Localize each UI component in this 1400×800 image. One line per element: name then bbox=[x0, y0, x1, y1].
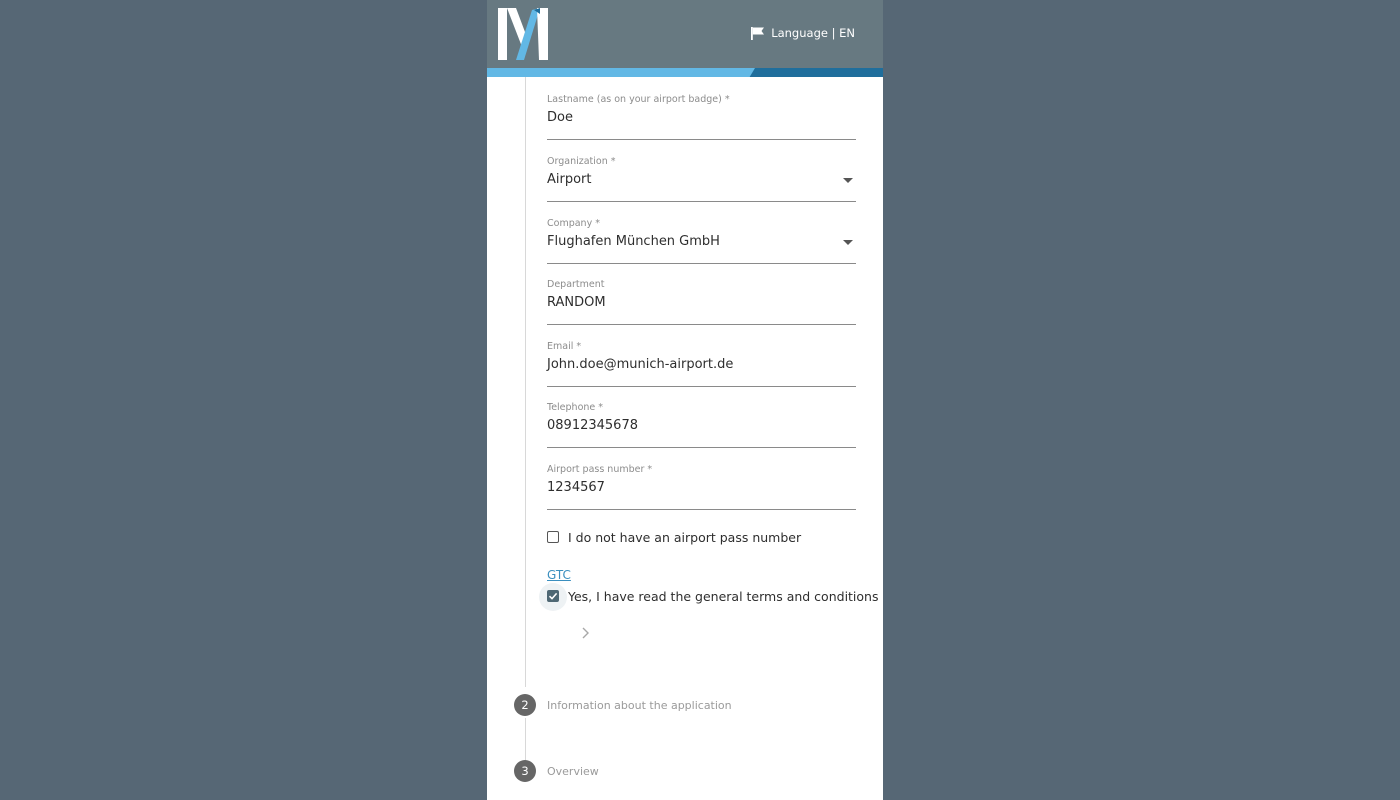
company-select[interactable]: Company * Flughafen München GmbH bbox=[547, 218, 856, 264]
step-3[interactable]: 3 Overview bbox=[514, 760, 599, 782]
organization-label: Organization * bbox=[547, 156, 616, 167]
brand-stripe bbox=[487, 68, 883, 77]
email-field[interactable]: Email * John.doe@munich-airport.de bbox=[547, 341, 856, 387]
gtc-checkbox[interactable] bbox=[547, 590, 559, 602]
step-title: Information about the application bbox=[547, 698, 732, 712]
airport-pass-field[interactable]: Airport pass number * 1234567 bbox=[547, 464, 856, 510]
telephone-input[interactable]: 08912345678 bbox=[547, 418, 638, 433]
no-pass-checkbox-label: I do not have an airport pass number bbox=[568, 529, 802, 545]
dropdown-arrow-icon[interactable] bbox=[843, 240, 853, 245]
airport-pass-label: Airport pass number * bbox=[547, 464, 653, 475]
department-input[interactable]: RANDOM bbox=[547, 295, 606, 310]
telephone-field[interactable]: Telephone * 08912345678 bbox=[547, 402, 856, 448]
brand-logo-icon bbox=[498, 8, 548, 60]
lastname-input[interactable]: Doe bbox=[547, 110, 573, 125]
no-pass-checkbox[interactable] bbox=[547, 531, 559, 543]
no-pass-checkbox-row[interactable]: I do not have an airport pass number bbox=[547, 527, 801, 547]
app-viewport: Language | EN Lastname (as on your airpo… bbox=[487, 0, 883, 800]
app-header: Language | EN bbox=[487, 0, 883, 68]
lastname-label: Lastname (as on your airport badge) * bbox=[547, 94, 730, 105]
department-label: Department bbox=[547, 279, 605, 290]
email-label: Email * bbox=[547, 341, 582, 352]
step-2[interactable]: 2 Information about the application bbox=[514, 694, 732, 716]
step-number-badge: 3 bbox=[514, 760, 536, 782]
gtc-checkbox-label: Yes, I have read the general terms and c… bbox=[568, 588, 883, 604]
company-value[interactable]: Flughafen München GmbH bbox=[547, 234, 720, 249]
telephone-label: Telephone * bbox=[547, 402, 604, 413]
organization-select[interactable]: Organization * Airport bbox=[547, 156, 856, 202]
stepper-line bbox=[525, 77, 526, 687]
language-selector[interactable]: Language | EN bbox=[750, 23, 855, 43]
step-title: Overview bbox=[547, 764, 599, 778]
chevron-right-icon[interactable] bbox=[579, 625, 593, 641]
flag-icon bbox=[751, 26, 765, 40]
stepper-line-lower bbox=[525, 718, 526, 762]
step-number-badge: 2 bbox=[514, 694, 536, 716]
checkmark-icon bbox=[548, 592, 557, 600]
airport-pass-input[interactable]: 1234567 bbox=[547, 480, 605, 495]
language-label: Language | EN bbox=[771, 26, 855, 40]
email-input[interactable]: John.doe@munich-airport.de bbox=[547, 357, 733, 372]
brand-stripe-light bbox=[487, 68, 755, 77]
company-label: Company * bbox=[547, 218, 600, 229]
gtc-checkbox-row[interactable]: Yes, I have read the general terms and c… bbox=[547, 586, 883, 606]
organization-value[interactable]: Airport bbox=[547, 172, 592, 187]
department-field[interactable]: Department RANDOM bbox=[547, 279, 856, 325]
dropdown-arrow-icon[interactable] bbox=[843, 178, 853, 183]
lastname-field[interactable]: Lastname (as on your airport badge) * Do… bbox=[547, 94, 856, 140]
gtc-link[interactable]: GTC bbox=[547, 568, 571, 582]
background: Language | EN Lastname (as on your airpo… bbox=[0, 0, 1400, 800]
